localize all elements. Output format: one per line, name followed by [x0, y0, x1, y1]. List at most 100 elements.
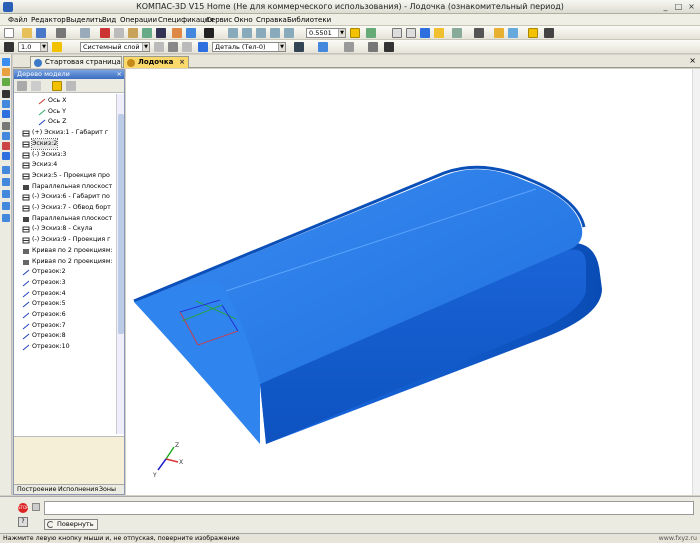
shaded-edges-icon[interactable]: [434, 28, 444, 38]
stop-button[interactable]: STOP: [18, 503, 29, 513]
tab-lodochka[interactable]: Лодочка ×: [123, 56, 189, 68]
tree-scrollbar-thumb[interactable]: [118, 114, 124, 334]
menu-window[interactable]: Окно: [234, 16, 253, 24]
tool-select-icon[interactable]: [2, 90, 10, 98]
viewport-scrollbar[interactable]: [692, 69, 700, 495]
tool-axis-icon[interactable]: [2, 110, 10, 118]
tree-sort-icon[interactable]: [52, 81, 62, 91]
preview-icon[interactable]: [80, 28, 90, 38]
layer-combo[interactable]: Системный слой (0) ▼: [80, 42, 150, 52]
color-icon[interactable]: [294, 42, 304, 52]
open-icon[interactable]: [22, 28, 32, 38]
cut-icon[interactable]: [100, 28, 110, 38]
filter-icon[interactable]: [474, 28, 484, 38]
axis-y-icon: [38, 109, 46, 116]
tool-spec-icon[interactable]: [2, 152, 10, 160]
manager-tree-icon[interactable]: [544, 28, 554, 38]
part-icon[interactable]: [198, 42, 208, 52]
menu-libraries[interactable]: Библиотеки: [287, 16, 331, 24]
copy-icon[interactable]: [114, 28, 124, 38]
menu-service[interactable]: Сервис: [206, 16, 232, 24]
wireframe-icon[interactable]: [392, 28, 402, 38]
zoom-window-icon[interactable]: [242, 28, 252, 38]
help-pointer-icon[interactable]: [204, 28, 214, 38]
tree-filter-icon[interactable]: [66, 81, 76, 91]
tool-surface-icon[interactable]: [2, 132, 10, 140]
new-file-icon[interactable]: [4, 28, 14, 38]
tool-assembly-icon[interactable]: [2, 178, 10, 186]
axis-z-label: Z: [175, 442, 179, 449]
perspective-icon[interactable]: [452, 28, 462, 38]
menu-view[interactable]: Вид: [102, 16, 116, 24]
style-icon[interactable]: [318, 42, 328, 52]
text-style-icon[interactable]: [368, 42, 378, 52]
tab-versions[interactable]: Исполнения: [58, 486, 98, 493]
maximize-icon[interactable]: □: [673, 1, 684, 12]
hidden-lines-icon[interactable]: [406, 28, 416, 38]
tree-view-icon[interactable]: [17, 81, 27, 91]
tab-start-page[interactable]: Стартовая страница: [30, 56, 122, 68]
paste-icon[interactable]: [128, 28, 138, 38]
menu-select[interactable]: Выделить: [66, 16, 103, 24]
undo-icon[interactable]: [172, 28, 182, 38]
tree-node-label: Отрезок:5: [32, 300, 66, 308]
tool-weld-icon[interactable]: [2, 202, 10, 210]
menu-edit[interactable]: Редактор: [31, 16, 66, 24]
snap-icon[interactable]: [4, 42, 14, 52]
library-icon[interactable]: [494, 28, 504, 38]
tree-scrollbar[interactable]: [116, 94, 124, 434]
tool-notation-icon[interactable]: [2, 214, 10, 222]
manager-icon[interactable]: [156, 28, 166, 38]
menu-operations[interactable]: Операции: [120, 16, 157, 24]
sketch-icon: [22, 162, 30, 169]
lock-icon[interactable]: [168, 42, 178, 52]
redo-icon[interactable]: [186, 28, 196, 38]
tool-geometry-icon[interactable]: [2, 58, 10, 66]
layer-icon[interactable]: [52, 42, 62, 52]
hatch-icon[interactable]: [384, 42, 394, 52]
command-input-field[interactable]: [44, 501, 694, 515]
save-icon[interactable]: [36, 28, 46, 38]
tool-array-icon[interactable]: [2, 166, 10, 174]
tool-curves-icon[interactable]: [2, 78, 10, 86]
variables-icon[interactable]: [508, 28, 518, 38]
help-icon[interactable]: ?: [18, 517, 28, 527]
tool-sheet-icon[interactable]: [2, 190, 10, 198]
panel-close-icon[interactable]: ×: [117, 70, 122, 79]
minimize-icon[interactable]: _: [660, 1, 671, 12]
print-icon[interactable]: [56, 28, 66, 38]
close-icon[interactable]: ×: [686, 1, 697, 12]
magnet-icon[interactable]: [528, 28, 538, 38]
panel-pin-icon[interactable]: [32, 503, 40, 511]
properties-icon[interactable]: [142, 28, 152, 38]
tool-filter-icon[interactable]: [2, 142, 10, 150]
rotate-icon[interactable]: [350, 28, 360, 38]
tool-planes-icon[interactable]: [2, 100, 10, 108]
zoom-all-icon[interactable]: [284, 28, 294, 38]
menu-file[interactable]: Файл: [8, 16, 27, 24]
shaded-icon[interactable]: [420, 28, 430, 38]
tab-close-icon[interactable]: ×: [179, 57, 185, 68]
tab-construction[interactable]: Построение: [17, 486, 57, 493]
layer-props-icon[interactable]: [154, 42, 164, 52]
model-viewport[interactable]: Z X Y: [126, 69, 700, 495]
curve-icon: [22, 259, 30, 266]
menu-help[interactable]: Справка: [256, 16, 287, 24]
zoom-in-icon[interactable]: [228, 28, 238, 38]
boat-model-render[interactable]: Z X Y: [126, 69, 700, 495]
scale-combo[interactable]: 1.0 ▼: [18, 42, 48, 52]
zoom-fit-icon[interactable]: [270, 28, 280, 38]
rotate-button[interactable]: Повернуть: [44, 519, 98, 530]
orientation-icon[interactable]: [366, 28, 376, 38]
tree-mode-icon[interactable]: [31, 81, 41, 91]
tab-zones[interactable]: Зоны: [99, 486, 116, 493]
layer-manage-icon[interactable]: [182, 42, 192, 52]
tool-edit-icon[interactable]: [2, 68, 10, 76]
part-combo[interactable]: Деталь (Тел-0) ▼: [212, 42, 286, 52]
tool-measure-icon[interactable]: [2, 122, 10, 130]
line-style-icon[interactable]: [344, 42, 354, 52]
model-tree-list: Ось X Ось Y Ось Z (+) Эскиз:1 - Габарит г Эс…: [14, 94, 117, 434]
zoom-out-icon[interactable]: [256, 28, 266, 38]
zoom-combo[interactable]: 0.5501 ▼: [306, 28, 346, 38]
close-document-icon[interactable]: ×: [689, 56, 696, 65]
